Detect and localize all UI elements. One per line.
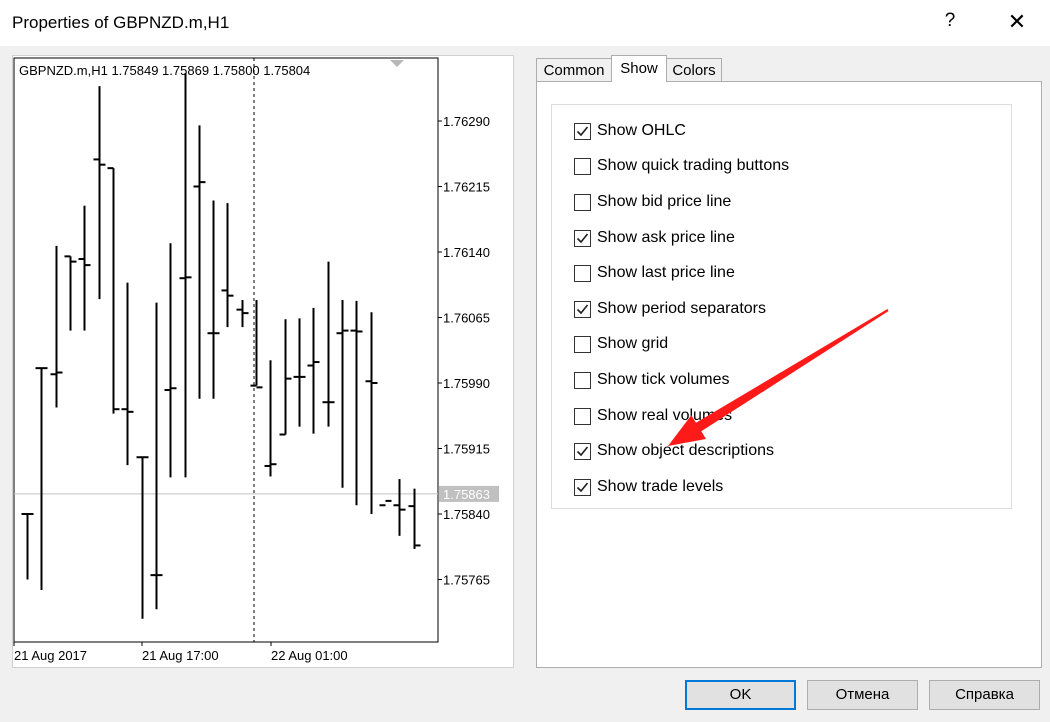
price-label: 1.75915 [443, 442, 490, 457]
option-label: Show bid price line [597, 193, 732, 210]
option-label: Show quick trading buttons [597, 157, 790, 174]
show-grid-option[interactable]: Show grid [574, 333, 668, 355]
show-real-volumes-option[interactable]: Show real volumes [574, 405, 732, 427]
ok-button[interactable]: OK [685, 680, 796, 710]
checkbox[interactable] [574, 122, 591, 140]
checkbox[interactable] [574, 478, 591, 496]
price-label: 1.76290 [443, 114, 490, 129]
checkbox[interactable] [574, 264, 591, 282]
check-icon [576, 445, 589, 456]
tab-common[interactable]: Common [536, 58, 612, 81]
checkbox[interactable] [574, 371, 591, 389]
price-label: 1.76140 [443, 245, 490, 260]
check-icon [576, 481, 589, 492]
help-title-button[interactable]: ? [938, 10, 962, 32]
tab-colors[interactable]: Colors [666, 58, 722, 81]
option-label: Show trade levels [597, 478, 724, 495]
option-label: Show OHLC [597, 122, 686, 139]
show-trade-levels-option[interactable]: Show trade levels [574, 476, 723, 498]
checkbox[interactable] [574, 193, 591, 211]
option-label: Show ask price line [597, 229, 735, 246]
price-label: 1.75765 [443, 573, 490, 588]
show-quick-trading-buttons-option[interactable]: Show quick trading buttons [574, 155, 789, 177]
show-last-price-line-option[interactable]: Show last price line [574, 262, 735, 284]
chart-preview: 1.76290 1.76215 1.76140 1.76065 1.75990 1.759… [12, 55, 514, 668]
checkbox[interactable] [574, 229, 591, 247]
check-icon [576, 232, 589, 243]
close-button[interactable]: ✕ [1004, 9, 1030, 35]
check-icon [576, 125, 589, 136]
checkbox[interactable] [574, 300, 591, 318]
option-label: Show object descriptions [597, 442, 774, 459]
show-ask-price-line-option[interactable]: Show ask price line [574, 227, 735, 249]
time-label: 21 Aug 17:00 [142, 648, 219, 663]
checkbox[interactable] [574, 335, 591, 353]
price-label: 1.75990 [443, 376, 490, 391]
price-label: 1.76065 [443, 311, 490, 326]
check-icon [576, 303, 589, 314]
option-label: Show grid [597, 335, 669, 352]
option-label: Show last price line [597, 264, 735, 281]
show-bid-price-line-option[interactable]: Show bid price line [574, 191, 731, 213]
tab-page-show: Show OHLC Show quick trading buttons Sho… [536, 81, 1042, 668]
show-tick-volumes-option[interactable]: Show tick volumes [574, 369, 730, 391]
option-label: Show tick volumes [597, 371, 730, 388]
current-price-label: 1.75863 [443, 487, 490, 502]
checkbox[interactable] [574, 157, 591, 175]
checkbox[interactable] [574, 442, 591, 460]
show-options-group: Show OHLC Show quick trading buttons Sho… [551, 104, 1012, 509]
chart-header: GBPNZD.m,H1 1.75849 1.75869 1.75800 1.75… [19, 63, 310, 78]
time-label: 22 Aug 01:00 [271, 648, 348, 663]
help-button[interactable]: Справка [929, 680, 1040, 710]
price-label: 1.75840 [443, 507, 490, 522]
option-label: Show period separators [597, 300, 766, 317]
title-bar: Properties of GBPNZD.m,H1 ? ✕ [0, 0, 1050, 46]
window-title: Properties of GBPNZD.m,H1 [12, 13, 230, 32]
checkbox[interactable] [574, 407, 591, 425]
plot-frame [13, 57, 439, 643]
cancel-button[interactable]: Отмена [807, 680, 918, 710]
show-object-descriptions-option[interactable]: Show object descriptions [574, 440, 774, 462]
time-label: 21 Aug 2017 [14, 648, 87, 663]
chart-canvas: 1.76290 1.76215 1.76140 1.76065 1.75990 1.759… [13, 57, 499, 663]
show-ohlc-option[interactable]: Show OHLC [574, 120, 686, 142]
price-label: 1.76215 [443, 180, 490, 195]
show-period-separators-option[interactable]: Show period separators [574, 298, 766, 320]
option-label: Show real volumes [597, 407, 733, 424]
tab-show[interactable]: Show [611, 55, 667, 82]
